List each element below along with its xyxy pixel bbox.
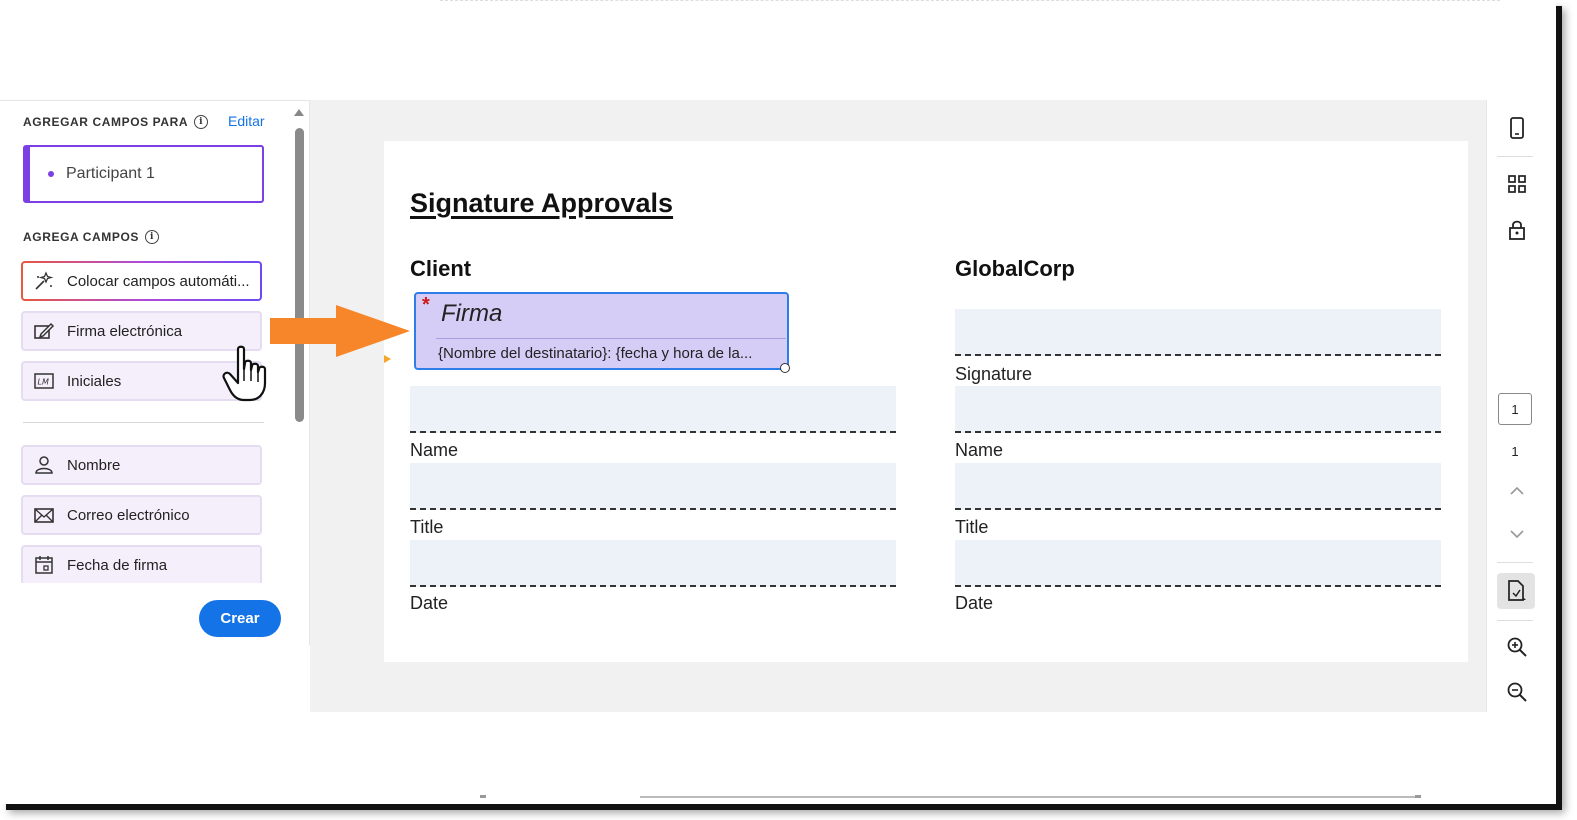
calendar-icon [33, 555, 55, 575]
auto-place-icon [33, 271, 55, 291]
zoom-out-icon[interactable] [1503, 678, 1531, 706]
zoom-in-icon[interactable] [1503, 633, 1531, 661]
required-marker: * [422, 294, 430, 316]
name-field-button[interactable]: Nombre [21, 445, 262, 485]
add-fields-label: AGREGA CAMPOS [23, 230, 140, 244]
document-title: Signature Approvals [410, 188, 674, 218]
initials-label: Iniciales [67, 372, 122, 390]
globalcorp-heading: GlobalCorp [955, 256, 1075, 281]
lock-icon[interactable] [1503, 216, 1531, 244]
create-button[interactable]: Crear [199, 600, 281, 637]
edit-link[interactable]: Editar [228, 113, 265, 129]
globalcorp-name-line[interactable] [955, 386, 1441, 433]
add-fields-heading: AGREGA CAMPOS i [23, 230, 160, 244]
info-icon[interactable]: i [145, 230, 160, 244]
scroll-thumb[interactable] [295, 128, 304, 422]
signature-field-placed[interactable]: * Firma {Nombre del destinatario}: {fech… [414, 292, 790, 373]
resize-handle[interactable] [780, 363, 790, 373]
document-edit-icon[interactable] [1503, 577, 1531, 605]
signature-icon [33, 321, 55, 341]
svg-text:LM: LM [38, 378, 49, 387]
bottom-scroll-right[interactable] [1415, 795, 1421, 798]
divider [23, 422, 264, 423]
client-title-line[interactable] [410, 463, 896, 510]
sign-date-label: Fecha de firma [67, 556, 168, 574]
name-label: Nombre [67, 456, 121, 474]
scroll-up-arrow-icon[interactable] [294, 109, 304, 116]
mobile-icon[interactable] [1503, 114, 1531, 142]
horizontal-scrollbar[interactable] [640, 796, 1420, 798]
globalcorp-signature-label: Signature [955, 364, 1033, 384]
rail-divider [1497, 620, 1533, 621]
client-name-line[interactable] [410, 386, 896, 433]
info-icon[interactable]: i [194, 115, 209, 129]
mail-icon [33, 505, 55, 525]
total-pages: 1 [1511, 444, 1519, 459]
globalcorp-signature-line[interactable] [955, 309, 1441, 356]
client-title-label: Title [410, 517, 444, 537]
e-signature-label: Firma electrónica [67, 322, 183, 340]
person-icon [33, 455, 55, 475]
signature-field-divider [436, 338, 786, 339]
client-date-label: Date [410, 593, 449, 613]
current-page-input[interactable]: 1 [1498, 393, 1532, 425]
client-name-label: Name [410, 440, 459, 460]
add-fields-for-label: AGREGAR CAMPOS PARA [23, 115, 189, 129]
rail-divider [1497, 156, 1533, 157]
email-field-button[interactable]: Correo electrónico [21, 495, 262, 535]
canvas-gutter [310, 100, 336, 712]
field-list-clip: Fecha de firma [0, 541, 292, 583]
bottom-scroll-left[interactable] [480, 795, 486, 798]
chevron-up-icon[interactable] [1503, 476, 1531, 504]
top-edge [440, 0, 1500, 3]
callout-arrow-icon [270, 305, 410, 357]
client-heading: Client [410, 256, 472, 281]
participant-selector[interactable]: Participant 1 [23, 145, 264, 203]
client-date-line[interactable] [410, 540, 896, 587]
app-window: AGREGAR CAMPOS PARA i Editar Participant… [0, 0, 1556, 804]
right-toolbar: 1 1 [1486, 100, 1546, 712]
email-label: Correo electrónico [67, 506, 190, 524]
participant-name: Participant 1 [66, 165, 155, 182]
globalcorp-date-line[interactable] [955, 540, 1441, 587]
initials-icon: LM [33, 371, 55, 391]
participant-dot-icon [48, 171, 54, 177]
signature-field-label: Firma [441, 300, 503, 327]
sign-date-field-button[interactable]: Fecha de firma [21, 545, 262, 583]
globalcorp-name-label: Name [955, 440, 1004, 460]
hand-cursor-icon [222, 345, 267, 402]
globalcorp-title-label: Title [955, 517, 989, 537]
auto-place-label: Colocar campos automáti... [67, 272, 250, 290]
grid-icon[interactable] [1503, 170, 1531, 198]
add-fields-for-heading: AGREGAR CAMPOS PARA i [23, 115, 209, 129]
globalcorp-date-label: Date [955, 593, 994, 613]
signature-field-sublabel: {Nombre del destinatario}: {fecha y hora… [438, 345, 753, 362]
rail-divider [1497, 562, 1533, 563]
chevron-down-icon[interactable] [1503, 520, 1531, 548]
globalcorp-title-line[interactable] [955, 463, 1441, 510]
auto-place-fields-button[interactable]: Colocar campos automáti... [21, 261, 262, 301]
